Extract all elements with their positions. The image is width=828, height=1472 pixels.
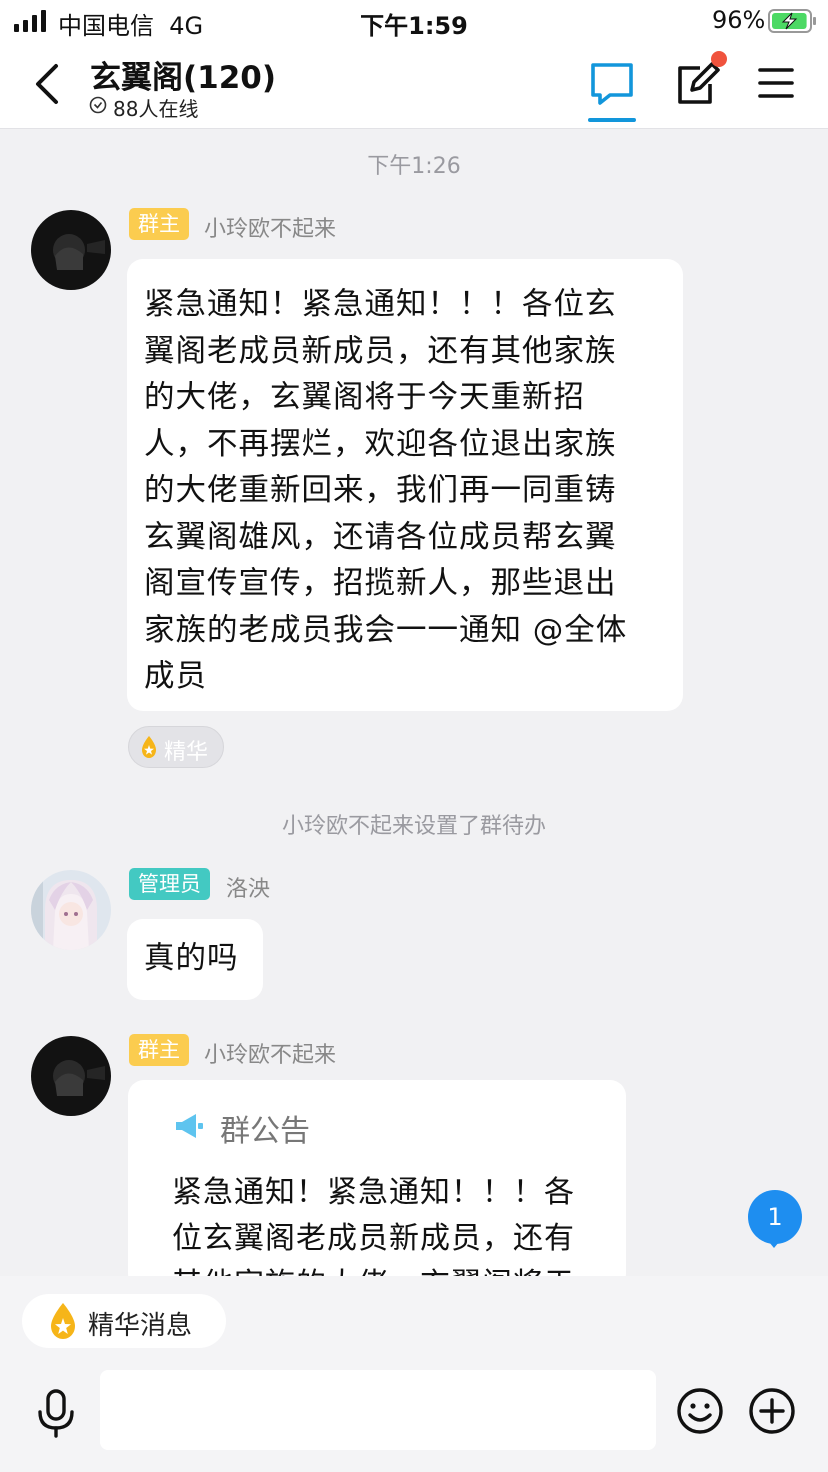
active-tab-indicator	[588, 118, 636, 122]
essence-messages-label: 精华消息	[88, 1311, 193, 1341]
message-timestamp: 下午1:26	[367, 154, 461, 179]
message-line: 翼阁老成员新成员，还有其他家族	[144, 333, 617, 369]
group-title[interactable]: 玄翼阁(120)	[90, 52, 276, 97]
emoji-icon[interactable]	[676, 1387, 724, 1435]
message-input[interactable]	[100, 1370, 656, 1450]
system-message: 小玲欧不起来设置了群待办	[281, 814, 546, 839]
online-count[interactable]: 88人在线	[113, 93, 198, 122]
battery-charging-icon	[768, 9, 816, 33]
owner-badge: 群主	[129, 1034, 189, 1066]
unread-badge-tail	[764, 1236, 784, 1248]
notification-dot	[711, 51, 727, 67]
flame-icon	[142, 736, 156, 758]
avatar[interactable]	[31, 1036, 111, 1116]
status-time: 下午1:59	[360, 12, 468, 40]
message-line: 家族的老成员我会一一通知 @全体	[144, 612, 628, 648]
message-text: 真的吗	[144, 941, 239, 976]
microphone-icon[interactable]	[36, 1388, 76, 1438]
message-line: 的大佬重新回来，我们再一同重铸	[144, 473, 617, 508]
flame-icon	[51, 1303, 75, 1339]
avatar-image	[31, 1036, 111, 1116]
announcement-line: 位玄翼阁老成员新成员，还有	[172, 1221, 575, 1256]
menu-icon[interactable]	[758, 66, 794, 100]
message-bubble[interactable]: 真的吗	[127, 919, 263, 1000]
owner-badge: 群主	[129, 208, 189, 240]
sender-name[interactable]: 小玲欧不起来	[204, 211, 336, 243]
chat-bubble-icon[interactable]	[588, 60, 636, 110]
battery-percentage: 96%	[712, 6, 766, 34]
plus-icon[interactable]	[748, 1387, 796, 1435]
sender-name[interactable]: 洛泱	[226, 871, 270, 903]
edit-icon[interactable]	[674, 60, 722, 108]
avatar[interactable]	[31, 210, 111, 290]
megaphone-icon	[176, 1114, 203, 1138]
message-line: 人，不再摆烂，欢迎各位退出家族	[144, 426, 617, 462]
message-bubble[interactable]: 紧急通知！紧急通知！！！各位玄 翼阁老成员新成员，还有其他家族 的大佬，玄翼阁将…	[127, 259, 683, 711]
admin-badge: 管理员	[129, 868, 210, 900]
avatar[interactable]	[31, 870, 111, 950]
back-arrow-icon[interactable]	[30, 62, 66, 106]
clock-check-icon	[89, 96, 107, 114]
sender-name[interactable]: 小玲欧不起来	[204, 1037, 336, 1069]
message-text: 紧急通知！紧急通知！！！各位玄 翼阁老成员新成员，还有其他家族 的大佬，玄翼阁将…	[127, 259, 683, 701]
message-line: 玄翼阁雄风，还请各位成员帮玄翼	[144, 519, 617, 555]
message-line: 成员	[144, 659, 207, 694]
message-line: 阁宣传宣传，招揽新人，那些退出	[144, 566, 617, 601]
avatar-image	[31, 210, 111, 290]
avatar-image	[31, 870, 111, 950]
announcement-title: 群公告	[220, 1114, 310, 1149]
essence-tag-label: 精华	[164, 740, 209, 765]
message-line: 的大佬，玄翼阁将于今天重新招	[144, 380, 585, 415]
message-line: 紧急通知！紧急通知！！！各位玄	[144, 287, 617, 322]
announcement-line: 紧急通知！紧急通知！！！各	[172, 1175, 575, 1210]
